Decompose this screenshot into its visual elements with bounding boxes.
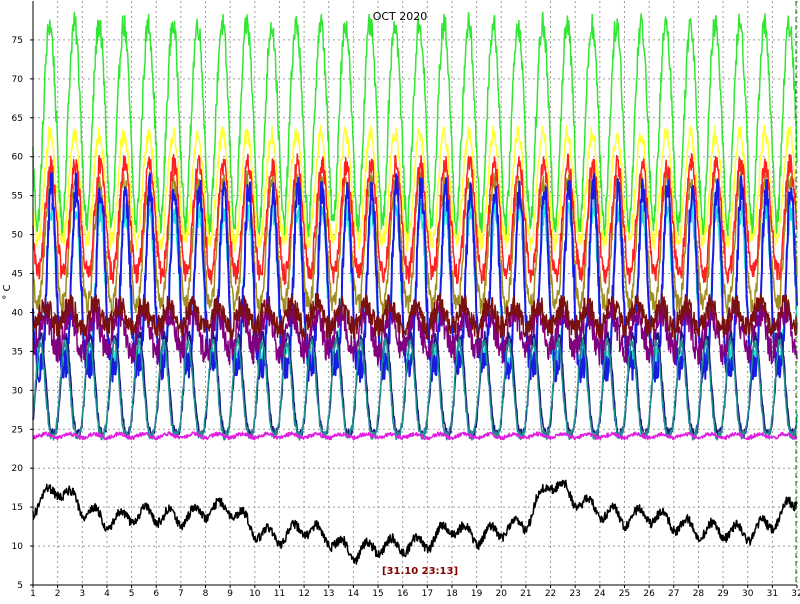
y-tick-label: 75 — [12, 36, 23, 46]
x-tick-label: 21 — [520, 589, 531, 599]
x-tick-label: 10 — [249, 589, 261, 599]
x-tick-label: 17 — [422, 589, 433, 599]
cursor-label: [31.10 23:13] — [382, 566, 458, 577]
x-tick-label: 13 — [323, 589, 334, 599]
x-tick-label: 14 — [348, 589, 360, 599]
y-tick-label: 10 — [12, 542, 24, 552]
y-tick-label: 65 — [12, 114, 23, 124]
y-tick-label: 30 — [12, 386, 24, 396]
x-tick-label: 32 — [791, 589, 800, 599]
chart-root: 1 2 3 4 5 6 7 8 9 10 11 12 13 14 15 16 17 18 19 20 21 22 23 24 2… — [0, 0, 800, 600]
y-tick-label: 20 — [12, 464, 24, 474]
y-tick-label: 55 — [12, 192, 23, 202]
x-tick-label: 19 — [471, 589, 483, 599]
x-tick-label: 1 — [30, 589, 36, 599]
x-tick-label: 11 — [274, 589, 285, 599]
x-tick-label: 29 — [717, 589, 729, 599]
x-tick-label: 5 — [129, 589, 135, 599]
y-tick-label: 35 — [12, 347, 23, 357]
x-tick-label: 25 — [619, 589, 630, 599]
x-tick-label: 28 — [693, 589, 705, 599]
x-tick-label: 3 — [79, 589, 85, 599]
x-tick-label: 27 — [668, 589, 679, 599]
line-chart: 1 2 3 4 5 6 7 8 9 10 11 12 13 14 15 16 17 18 19 20 21 22 23 24 2… — [2, 1, 800, 599]
x-tick-label: 15 — [372, 589, 383, 599]
y-tick-label: 70 — [12, 75, 24, 85]
x-tick-label: 20 — [496, 589, 508, 599]
chart-title: OCT 2020 — [373, 10, 428, 23]
x-tick-label: 16 — [397, 589, 409, 599]
y-tick-label: 5 — [17, 581, 23, 591]
y-ticks: 5 10 15 20 25 30 35 40 45 50 55 60 65 70 75 — [12, 36, 33, 591]
x-tick-label: 30 — [742, 589, 754, 599]
x-tick-label: 18 — [446, 589, 458, 599]
x-tick-label: 23 — [569, 589, 580, 599]
x-tick-label: 7 — [178, 589, 184, 599]
x-tick-label: 8 — [203, 589, 209, 599]
x-tick-label: 22 — [545, 589, 556, 599]
y-tick-label: 25 — [12, 425, 23, 435]
x-tick-label: 2 — [55, 589, 61, 599]
x-tick-label: 9 — [227, 589, 233, 599]
x-tick-label: 24 — [594, 589, 606, 599]
x-tick-label: 12 — [298, 589, 309, 599]
x-tick-label: 31 — [767, 589, 778, 599]
x-ticks: 1 2 3 4 5 6 7 8 9 10 11 12 13 14 15 16 17 18 19 20 21 22 23 24 2… — [30, 585, 800, 599]
y-tick-label: 50 — [12, 231, 24, 241]
y-tick-label: 15 — [12, 503, 23, 513]
x-tick-label: 6 — [153, 589, 159, 599]
x-tick-label: 26 — [643, 589, 655, 599]
y-tick-label: 60 — [12, 153, 24, 163]
y-tick-label: 40 — [12, 308, 24, 318]
x-tick-label: 4 — [104, 589, 110, 599]
y-axis-label: ° C — [2, 284, 13, 299]
y-tick-label: 45 — [12, 270, 23, 280]
